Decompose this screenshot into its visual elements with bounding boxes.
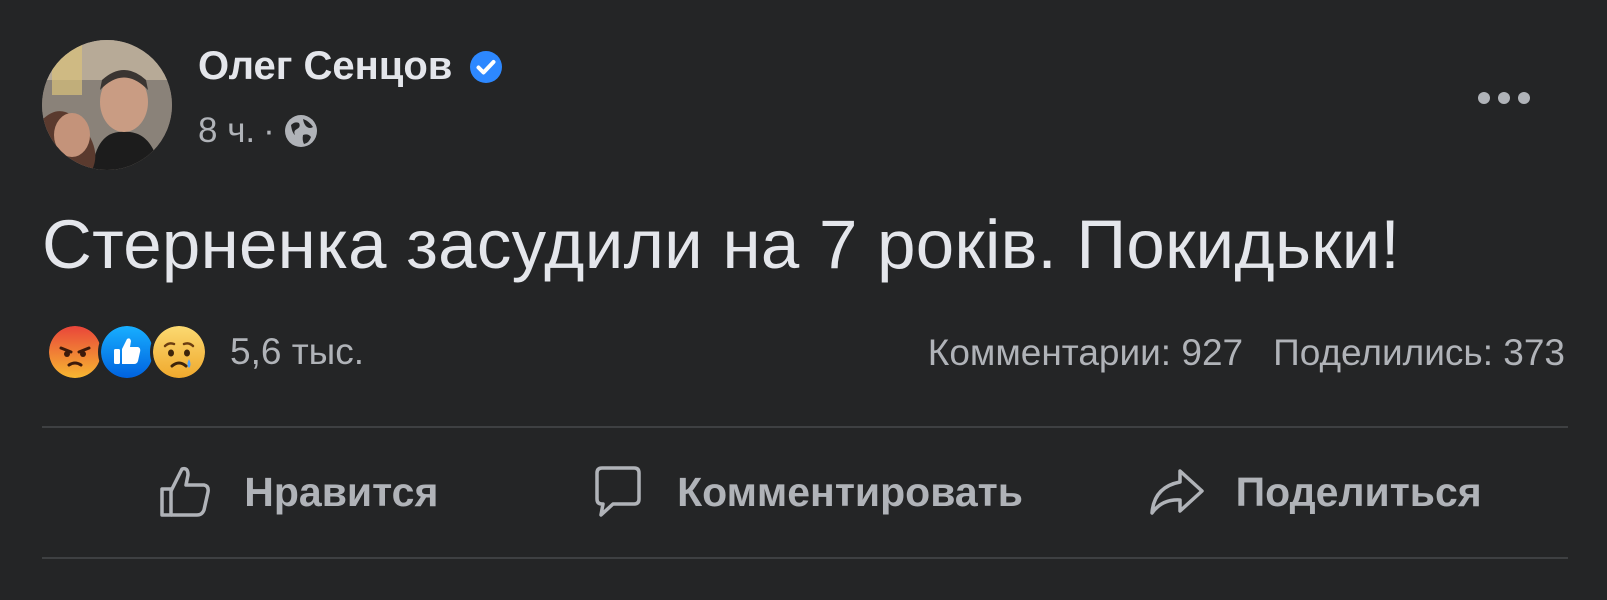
action-bar: Нравится Комментировать Поделиться [42,432,1568,552]
meta-separator: · [263,110,275,150]
more-options-button[interactable] [1464,70,1544,126]
post-meta: 8 ч. · [198,111,319,151]
more-dots-icon [1478,92,1530,104]
angry-reaction-icon [46,323,104,381]
reaction-icons [46,323,208,381]
facebook-post: Олег Сенцов 8 ч. · Стерненка засудили на… [0,0,1607,600]
post-stats: Комментарии: 927 Поделились: 373 [928,332,1565,374]
comment-bubble-icon [595,466,641,517]
post-time[interactable]: 8 ч. [198,111,255,151]
like-button[interactable]: Нравится [42,432,551,552]
divider-top [42,426,1568,428]
shares-count[interactable]: Поделились: 373 [1273,332,1565,374]
like-reaction-icon [98,323,156,381]
verified-badge-icon [470,50,503,83]
comment-label: Комментировать [677,468,1023,515]
thumbs-up-icon [160,466,211,517]
share-arrow-icon [1149,469,1204,515]
divider-bottom [42,557,1568,559]
share-label: Поделиться [1235,468,1482,515]
comments-count[interactable]: Комментарии: 927 [928,332,1243,374]
share-button[interactable]: Поделиться [1059,432,1568,552]
author-avatar[interactable] [42,40,172,170]
like-label: Нравится [244,468,439,515]
globe-icon[interactable] [283,113,319,149]
post-text: Стерненка засудили на 7 років. Покидьки! [42,206,1401,283]
sad-reaction-icon [150,323,208,381]
author-name-text[interactable]: Олег Сенцов [198,44,452,89]
comment-button[interactable]: Комментировать [551,432,1060,552]
reactions-summary[interactable]: 5,6 тыс. [46,323,364,381]
author-name[interactable]: Олег Сенцов [198,44,506,89]
reaction-count[interactable]: 5,6 тыс. [230,331,364,373]
